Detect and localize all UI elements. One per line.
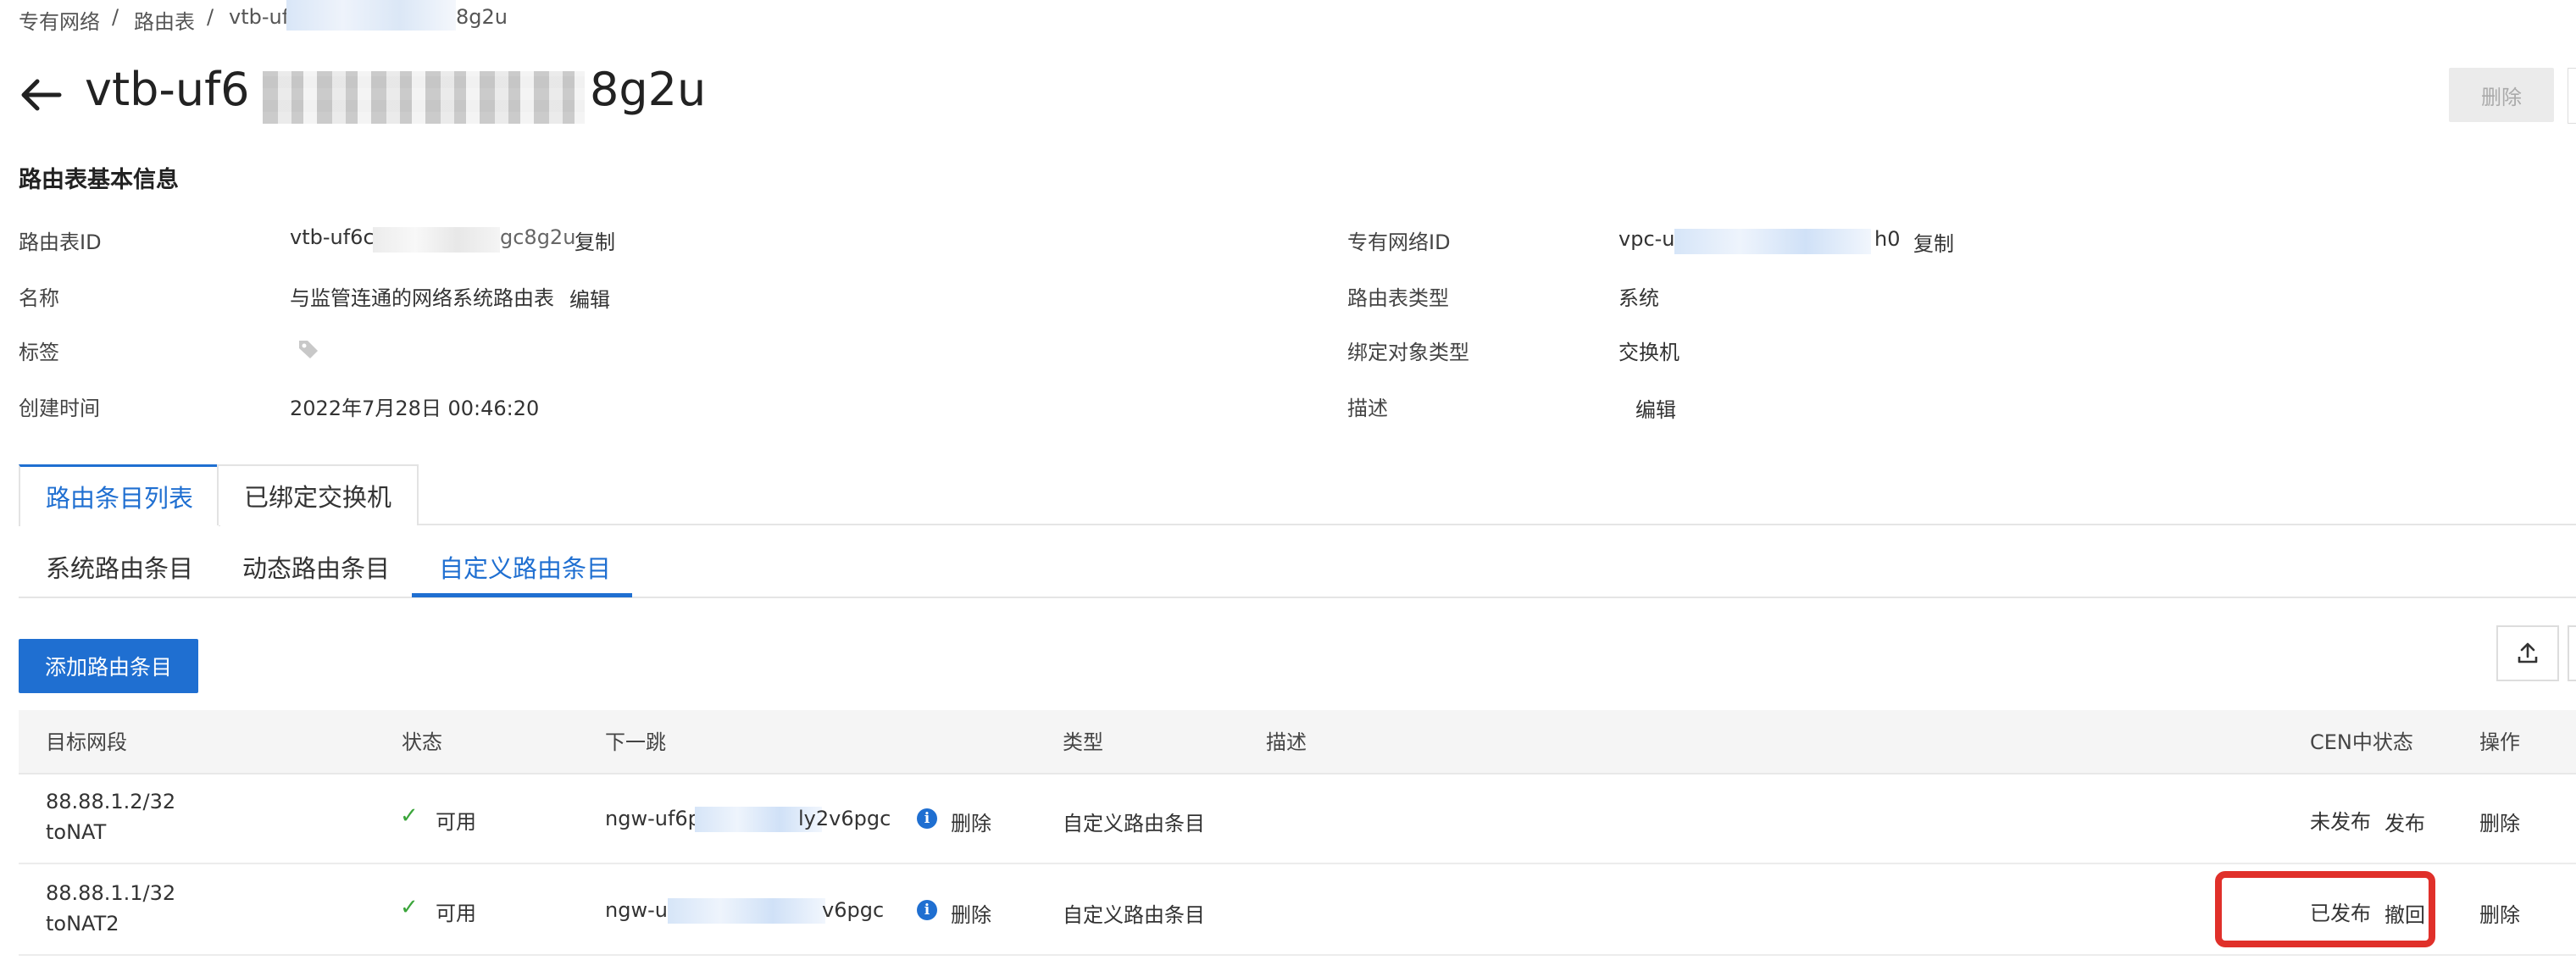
edit-name-link[interactable]: 编辑 bbox=[569, 283, 610, 313]
upload-icon bbox=[2518, 642, 2538, 663]
bind-type-value: 交换机 bbox=[1618, 341, 1679, 364]
status-text: 可用 bbox=[436, 810, 476, 834]
route-type: 自定义路由条目 bbox=[1063, 812, 1205, 836]
redacted-text bbox=[263, 71, 585, 124]
next-hop-link-suffix[interactable]: ly2v6pgc bbox=[798, 807, 891, 830]
delete-route-link[interactable]: 删除 bbox=[2479, 898, 2520, 928]
column-header-cen-status: CEN中状态 bbox=[2310, 730, 2413, 754]
name-value: 与监管连通的网络系统路由表 bbox=[290, 286, 554, 310]
more-actions-button[interactable] bbox=[2568, 68, 2576, 124]
vpc-id-label: 专有网络ID bbox=[1347, 230, 1451, 254]
column-header-destination: 目标网段 bbox=[46, 730, 127, 754]
status-text: 可用 bbox=[436, 902, 476, 925]
row-divider bbox=[19, 954, 2576, 956]
vpc-id-link-suffix[interactable]: h0 bbox=[1874, 227, 1900, 251]
breadcrumb-route-tables[interactable]: 路由表 bbox=[134, 5, 195, 35]
subtab-system-routes[interactable]: 系统路由条目 bbox=[46, 549, 193, 585]
check-icon: ✓ bbox=[400, 803, 419, 829]
subtab-custom-routes[interactable]: 自定义路由条目 bbox=[439, 549, 611, 585]
tab-bound-vswitches[interactable]: 已绑定交换机 bbox=[217, 464, 419, 525]
route-table-id-prefix: vtb-uf6c bbox=[290, 225, 375, 249]
breadcrumb-vpc[interactable]: 专有网络 bbox=[19, 5, 100, 35]
subtab-divider bbox=[19, 597, 2576, 598]
check-icon: ✓ bbox=[400, 895, 419, 920]
page-title-prefix: vtb-uf6 bbox=[85, 63, 250, 116]
info-icon[interactable]: i bbox=[917, 808, 937, 829]
copy-route-table-id-link[interactable]: 复制 bbox=[575, 225, 615, 255]
breadcrumb-current: vtb-uf bbox=[229, 5, 290, 29]
copy-vpc-id-link[interactable]: 复制 bbox=[1913, 227, 1954, 257]
cen-status: 未发布 bbox=[2310, 810, 2371, 834]
subtab-dynamic-routes[interactable]: 动态路由条目 bbox=[242, 549, 390, 585]
column-header-type: 类型 bbox=[1063, 730, 1103, 754]
breadcrumb-separator: / bbox=[112, 5, 119, 29]
tag-label: 标签 bbox=[19, 341, 59, 364]
delete-next-hop-link[interactable]: 删除 bbox=[951, 898, 991, 928]
delete-route-table-button[interactable]: 删除 bbox=[2449, 68, 2554, 122]
route-type: 自定义路由条目 bbox=[1063, 903, 1205, 927]
next-hop-link-prefix[interactable]: ngw-uf6p bbox=[605, 807, 701, 830]
route-table-id-label: 路由表ID bbox=[19, 230, 102, 254]
tag-icon[interactable] bbox=[297, 337, 320, 361]
edit-description-link[interactable]: 编辑 bbox=[1635, 393, 1676, 423]
redacted-text bbox=[668, 898, 825, 924]
breadcrumb-separator: / bbox=[207, 5, 214, 29]
column-header-description: 描述 bbox=[1266, 730, 1307, 754]
column-header-next-hop: 下一跳 bbox=[605, 730, 666, 754]
section-title: 路由表基本信息 bbox=[19, 167, 179, 193]
redacted-text bbox=[1674, 229, 1871, 254]
active-subtab-indicator bbox=[412, 593, 632, 597]
back-arrow-icon[interactable] bbox=[17, 71, 64, 119]
settings-button[interactable] bbox=[2568, 625, 2576, 681]
next-hop-link-prefix[interactable]: ngw-u bbox=[605, 898, 668, 922]
description-label: 描述 bbox=[1347, 397, 1388, 420]
publish-link[interactable]: 发布 bbox=[2384, 807, 2425, 836]
route-name: toNAT bbox=[46, 820, 107, 844]
redacted-text bbox=[373, 227, 500, 253]
route-name: toNAT2 bbox=[46, 912, 119, 935]
redacted-text bbox=[286, 0, 456, 31]
next-hop-link-suffix[interactable]: v6pgc bbox=[822, 898, 884, 922]
info-icon[interactable]: i bbox=[917, 900, 937, 920]
annotation-highlight-box bbox=[2215, 871, 2435, 947]
vpc-id-link-prefix[interactable]: vpc-u bbox=[1618, 227, 1675, 251]
row-divider bbox=[19, 863, 2576, 864]
created-value: 2022年7月28日 00:46:20 bbox=[290, 397, 540, 420]
tab-route-entries[interactable]: 路由条目列表 bbox=[19, 464, 220, 526]
route-table-type-value: 系统 bbox=[1618, 286, 1659, 310]
delete-route-link[interactable]: 删除 bbox=[2479, 807, 2520, 836]
bind-type-label: 绑定对象类型 bbox=[1347, 341, 1469, 364]
delete-next-hop-link[interactable]: 删除 bbox=[951, 807, 991, 836]
name-label: 名称 bbox=[19, 286, 59, 310]
breadcrumb-current-end: 8g2u bbox=[456, 5, 508, 29]
route-table-id-suffix: gc8g2u bbox=[500, 225, 576, 249]
route-table-type-label: 路由表类型 bbox=[1347, 286, 1449, 310]
column-header-status: 状态 bbox=[402, 730, 442, 754]
destination-cidr: 88.88.1.1/32 bbox=[46, 881, 176, 905]
page-title-suffix: 8g2u bbox=[590, 63, 707, 116]
column-header-actions: 操作 bbox=[2479, 730, 2520, 754]
add-route-entry-button[interactable]: 添加路由条目 bbox=[19, 639, 198, 693]
created-label: 创建时间 bbox=[19, 397, 100, 420]
destination-cidr: 88.88.1.2/32 bbox=[46, 790, 176, 813]
export-button[interactable] bbox=[2496, 625, 2559, 681]
